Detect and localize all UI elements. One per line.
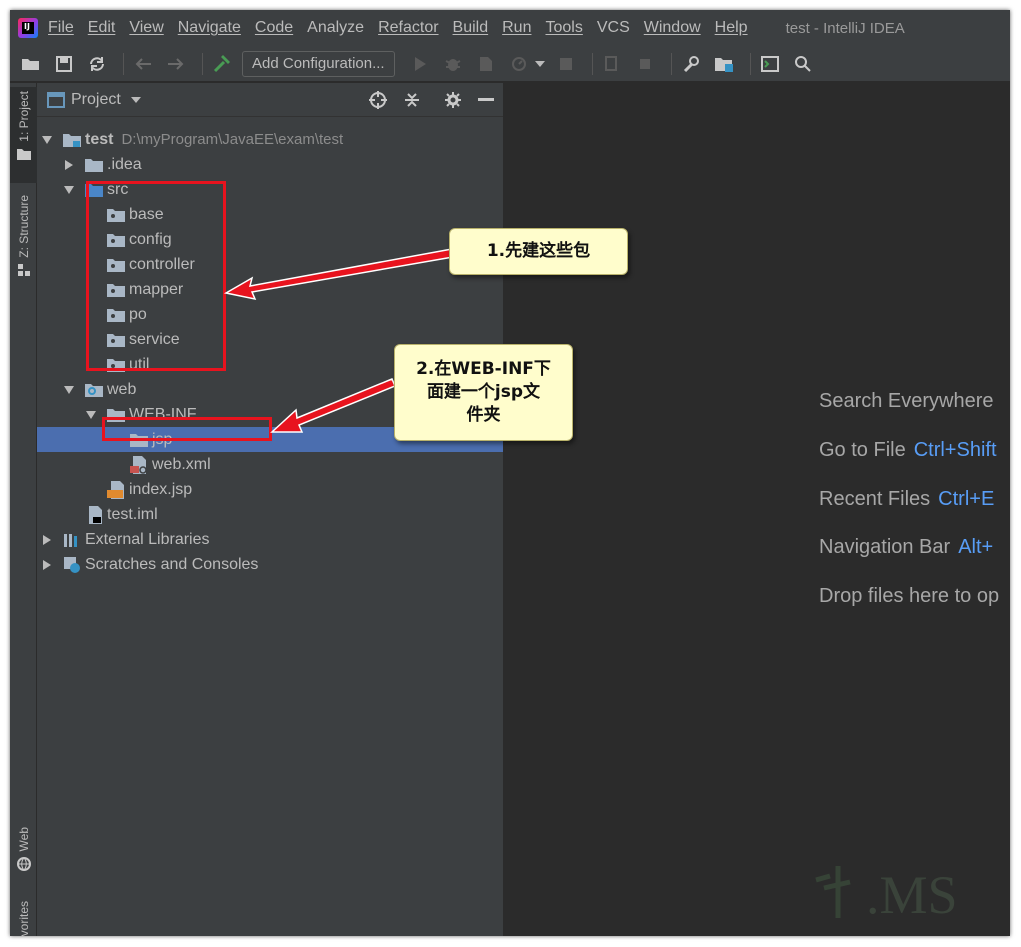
callout-2-line2: 面建一个jsp文 — [426, 382, 541, 402]
annotation-arrows — [223, 248, 454, 433]
annotation-arrow-1 — [223, 248, 454, 301]
callout-1: 1.先建这些包 — [449, 228, 628, 275]
callout-1-text: 1.先建这些包 — [486, 241, 591, 261]
callout-2-line3: 件夹 — [466, 405, 501, 425]
annotation-arrow-2 — [270, 378, 396, 433]
callout-2: 2.在WEB-INF下 面建一个jsp文 件夹 — [394, 344, 573, 441]
callout-2-line1: 2.在WEB-INF下 — [416, 359, 551, 379]
